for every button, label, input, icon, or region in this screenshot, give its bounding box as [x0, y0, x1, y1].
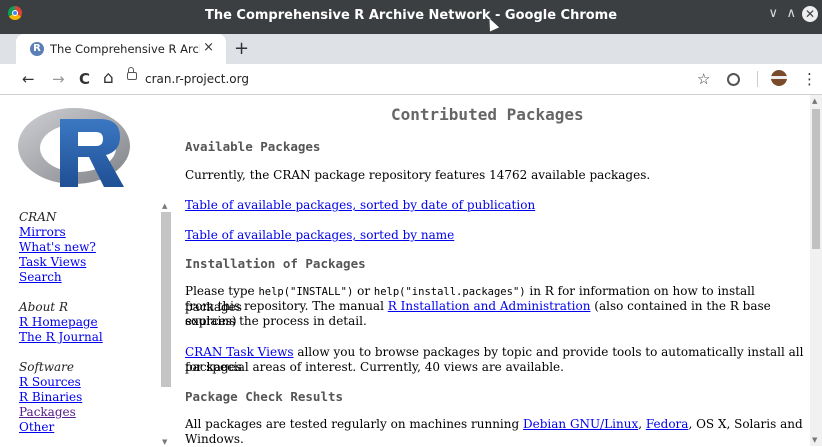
scroll-down-icon[interactable]: ▼ [162, 438, 167, 446]
sidebar-link-r-binaries[interactable]: R Binaries [19, 390, 103, 405]
sidebar-link-search[interactable]: Search [19, 270, 103, 285]
maximize-icon[interactable]: ∧ [786, 6, 796, 21]
installation-line-3: explains the process in detail. [185, 314, 367, 328]
sidebar-link-task-views[interactable]: Task Views [19, 255, 103, 270]
sidebar-link-r-homepage[interactable]: R Homepage [19, 315, 103, 330]
link-sorted-by-name[interactable]: Table of available packages, sorted by n… [185, 228, 454, 242]
window-titlebar: The Comprehensive R Archive Network - Go… [0, 0, 822, 34]
r-logo-icon [18, 108, 130, 187]
sidebar-link-other[interactable]: Other [19, 420, 103, 435]
page-title: Contributed Packages [391, 105, 584, 124]
link-r-installation-admin[interactable]: R Installation and Administration [388, 299, 591, 313]
window-title: The Comprehensive R Archive Network - Go… [204, 8, 618, 23]
tab-close-icon[interactable]: × [203, 40, 214, 55]
sidebar-link-whats-new[interactable]: What's new? [19, 240, 103, 255]
r-favicon-icon: R [30, 42, 44, 56]
tab-label: The Comprehensive R Archive N [50, 42, 200, 56]
sidebar-nav: CRAN Mirrors What's new? Task Views Sear… [19, 210, 103, 435]
close-window-icon[interactable]: ✕ [802, 6, 818, 22]
link-cran-task-views[interactable]: CRAN Task Views [185, 345, 294, 359]
toolbar-divider [757, 71, 758, 87]
minimize-icon[interactable]: ∨ [768, 6, 778, 21]
task-views-line-2: for special areas of interest. Currently… [185, 360, 564, 374]
page-viewport: ▲ ▼ CRAN Mirrors What's new? Task Views … [0, 95, 822, 446]
bookmark-star-icon[interactable]: ☆ [697, 70, 710, 88]
forward-icon[interactable]: → [52, 70, 65, 88]
profile-avatar[interactable] [771, 70, 787, 86]
link-debian[interactable]: Debian GNU/Linux [523, 417, 638, 431]
page-scrollbar[interactable]: ▲ ▼ [810, 95, 822, 446]
check-results-text: All packages are tested regularly on mac… [185, 417, 803, 446]
new-tab-button[interactable]: + [234, 38, 249, 59]
available-packages-text: Currently, the CRAN package repository f… [185, 168, 651, 182]
browser-toolbar: ← → C ⌂ cran.r-project.org ☆ ⋮ [0, 64, 822, 95]
menu-icon[interactable]: ⋮ [802, 70, 817, 88]
sidebar-section-software: Software [19, 360, 74, 374]
sidebar-link-mirrors[interactable]: Mirrors [19, 225, 103, 240]
back-icon[interactable]: ← [22, 70, 35, 88]
tab-strip: R The Comprehensive R Archive N × + [0, 34, 822, 64]
address-bar[interactable]: cran.r-project.org [145, 72, 249, 86]
extension-icon[interactable] [727, 73, 740, 86]
page-scroll-up-icon[interactable]: ▲ [812, 97, 817, 105]
link-sorted-by-name-para: Table of available packages, sorted by n… [185, 228, 805, 243]
install-code: help("INSTALL") [258, 286, 354, 298]
lock-icon [127, 67, 137, 80]
home-icon[interactable]: ⌂ [103, 68, 114, 88]
page-scroll-thumb[interactable] [812, 109, 820, 249]
check-results-heading: Package Check Results [185, 389, 344, 404]
link-fedora[interactable]: Fedora [646, 417, 689, 431]
link-sorted-by-date[interactable]: Table of available packages, sorted by d… [185, 198, 535, 212]
sidebar-scroll-thumb[interactable] [161, 212, 171, 387]
sidebar-link-packages[interactable]: Packages [19, 405, 103, 420]
link-sorted-by-date-para: Table of available packages, sorted by d… [185, 198, 805, 213]
sidebar-section-cran: CRAN [19, 210, 57, 224]
sidebar-link-r-journal[interactable]: The R Journal [19, 330, 103, 345]
scroll-up-icon[interactable]: ▲ [162, 202, 167, 210]
sidebar-link-r-sources[interactable]: R Sources [19, 375, 103, 390]
sidebar-scrollbar[interactable]: ▲ ▼ [160, 202, 172, 446]
page-scroll-down-icon[interactable]: ▼ [812, 436, 817, 444]
installation-heading: Installation of Packages [185, 256, 366, 271]
reload-icon[interactable]: C [79, 70, 90, 88]
tab-cran[interactable]: R The Comprehensive R Archive N × [16, 34, 226, 64]
install-packages-code: help("install.packages") [373, 286, 526, 298]
sidebar-section-about: About R [19, 300, 68, 314]
available-packages-heading: Available Packages [185, 139, 321, 154]
